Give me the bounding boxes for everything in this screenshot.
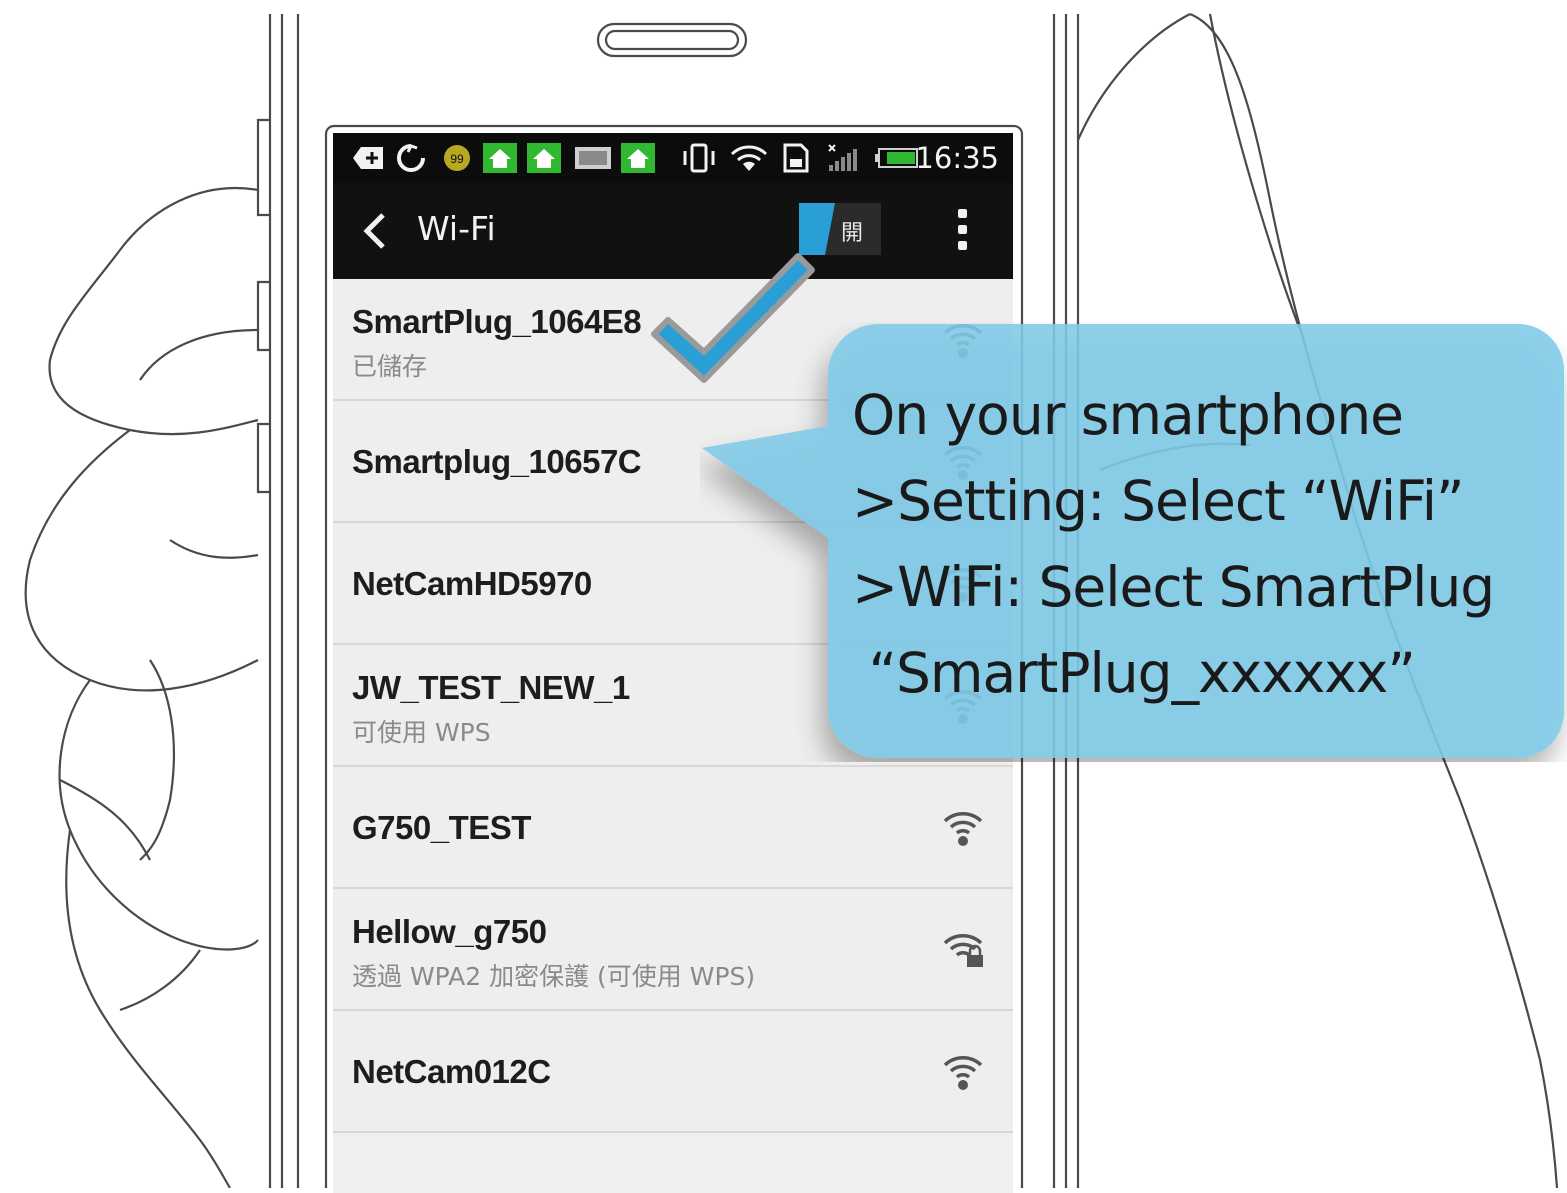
- checkmark-icon: [651, 253, 815, 383]
- network-status: 透過 WPA2 加密保護 (可使用 WPS): [352, 962, 756, 991]
- network-row-netcam012c[interactable]: NetCam012C: [333, 1011, 1013, 1133]
- network-name: JW_TEST_NEW_1: [352, 669, 630, 706]
- chevron-left-icon[interactable]: [359, 211, 389, 251]
- page-title: Wi-Fi: [417, 209, 496, 248]
- sync-icon: [397, 144, 425, 172]
- overflow-menu-icon[interactable]: [957, 209, 969, 251]
- home-icon: [527, 143, 561, 173]
- wifi-signal-icon: [943, 812, 983, 846]
- signal-icon: [828, 144, 857, 171]
- network-row-g750-test[interactable]: G750_TEST: [333, 767, 1013, 889]
- home-icon: [621, 143, 655, 173]
- sim-icon: [783, 143, 809, 173]
- battery-icon: [875, 148, 918, 168]
- image-icon: [575, 147, 611, 169]
- network-name: NetCam012C: [352, 1053, 551, 1090]
- home-icon: [483, 143, 517, 173]
- network-status: 可使用 WPS: [352, 718, 491, 747]
- wifi-signal-icon: [943, 1056, 983, 1090]
- network-name: G750_TEST: [352, 809, 531, 846]
- status-bar: 99 16:35: [333, 133, 1013, 183]
- wifi-lock-icon: [943, 934, 983, 967]
- badge-99-icon: 99: [444, 145, 470, 171]
- callout-text: On your smartphone >Setting: Select “WiF…: [852, 383, 1495, 705]
- network-name: Smartplug_10657C: [352, 443, 642, 480]
- toggle-label: 開: [841, 220, 864, 245]
- vibrate-icon: [683, 143, 715, 173]
- network-name: SmartPlug_1064E8: [352, 303, 642, 340]
- status-clock: 16:35: [915, 141, 999, 175]
- network-row-hellow-g750[interactable]: Hellow_g750 透過 WPA2 加密保護 (可使用 WPS): [333, 889, 1013, 1011]
- plus-icon: [353, 147, 383, 169]
- network-name: NetCamHD5970: [352, 565, 592, 602]
- wifi-icon: [730, 145, 768, 171]
- network-name: Hellow_g750: [352, 913, 547, 950]
- network-status: 已儲存: [352, 352, 428, 381]
- svg-text:99: 99: [450, 152, 464, 166]
